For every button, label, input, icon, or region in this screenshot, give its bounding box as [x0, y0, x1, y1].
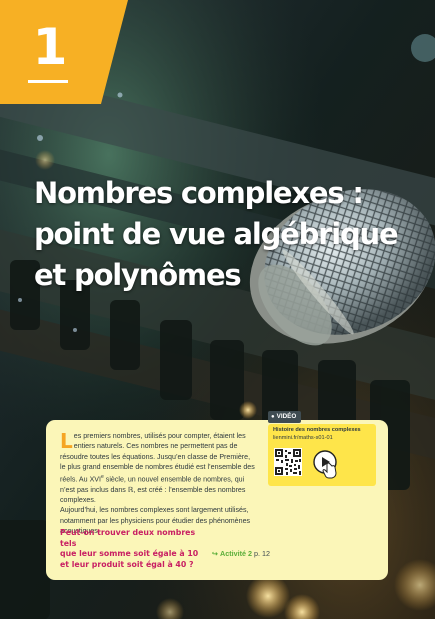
- video-label: ● VIDÉO: [268, 411, 302, 423]
- intro-card: Les premiers nombres, utilisés pour comp…: [46, 411, 388, 580]
- video-camera-icon: ●: [271, 414, 275, 420]
- activity-page: p. 12: [254, 549, 270, 558]
- chapter-title-line-2: point de vue algébrique: [34, 217, 399, 251]
- activity-arrow-icon: ↪: [212, 549, 219, 558]
- chapter-title-line-1: Nombres complexes :: [34, 176, 364, 210]
- chapter-number-badge: 1: [0, 0, 128, 104]
- intro-dropcap: L: [60, 429, 73, 453]
- play-button-hand-icon[interactable]: [312, 450, 342, 480]
- intro-paragraph: Les premiers nombres, utilisés pour comp…: [60, 431, 256, 536]
- opening-question: Peut-on trouver deux nombres tels que le…: [60, 528, 200, 570]
- video-title: Histoire des nombres complexes: [273, 427, 361, 433]
- chapter-number-underline: [28, 80, 68, 83]
- activity-name: Activité 2: [220, 549, 252, 558]
- chapter-title: Nombres complexes : point de vue algébri…: [34, 173, 414, 296]
- question-line-2: que leur somme soit égale à 10: [60, 549, 199, 558]
- question-line-1: Peut-on trouver deux nombres tels: [60, 528, 196, 548]
- qr-code-icon[interactable]: [274, 448, 302, 476]
- video-box[interactable]: Histoire des nombres complexes lienmini.…: [268, 424, 376, 486]
- question-line-3: et leur produit soit égal à 40 ?: [60, 559, 194, 569]
- activity-link[interactable]: ↪ Activité 2 p. 12: [212, 549, 270, 558]
- chapter-title-line-3: et polynômes: [34, 258, 242, 292]
- video-label-text: VIDÉO: [276, 413, 297, 420]
- video-url[interactable]: lienmini.fr/maths-s01-01: [273, 435, 333, 441]
- chapter-number: 1: [32, 18, 68, 76]
